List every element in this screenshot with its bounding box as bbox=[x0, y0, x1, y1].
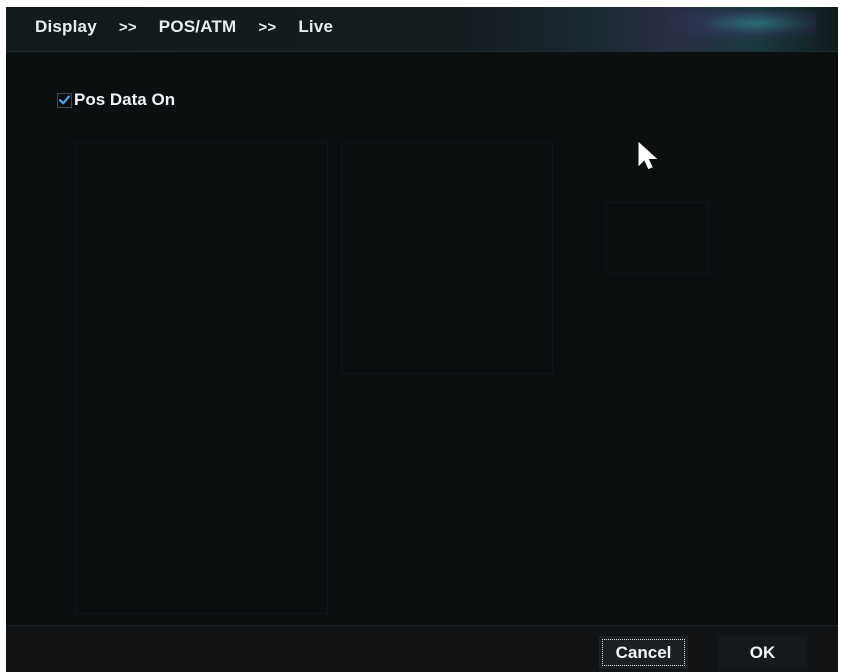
title-bar: Display >> POS/ATM >> Live bbox=[6, 7, 838, 52]
pos-data-on-checkbox[interactable] bbox=[57, 92, 72, 108]
checkmark-icon bbox=[59, 95, 70, 105]
dialog-footer: Cancel OK bbox=[6, 625, 838, 672]
breadcrumb-item-pos-atm: POS/ATM bbox=[158, 17, 237, 36]
breadcrumb-separator: >> bbox=[258, 18, 277, 36]
pos-atm-live-dialog: Display >> POS/ATM >> Live Pos Data On C… bbox=[6, 7, 838, 672]
breadcrumb-separator: >> bbox=[118, 18, 137, 36]
breadcrumb-item-live: Live bbox=[298, 17, 334, 36]
title-bar-glow bbox=[666, 11, 816, 41]
breadcrumb-item-display: Display bbox=[35, 17, 97, 36]
background-panel bbox=[341, 142, 553, 374]
background-panel bbox=[606, 202, 708, 274]
content-area: Pos Data On bbox=[6, 52, 838, 625]
breadcrumb: Display >> POS/ATM >> Live bbox=[35, 17, 333, 37]
pos-data-on-option[interactable]: Pos Data On bbox=[57, 90, 175, 110]
cancel-button[interactable]: Cancel bbox=[599, 636, 688, 669]
ok-button[interactable]: OK bbox=[718, 636, 807, 669]
background-panel bbox=[76, 142, 328, 614]
mouse-pointer-icon bbox=[638, 141, 658, 175]
pos-data-on-label: Pos Data On bbox=[74, 90, 176, 109]
